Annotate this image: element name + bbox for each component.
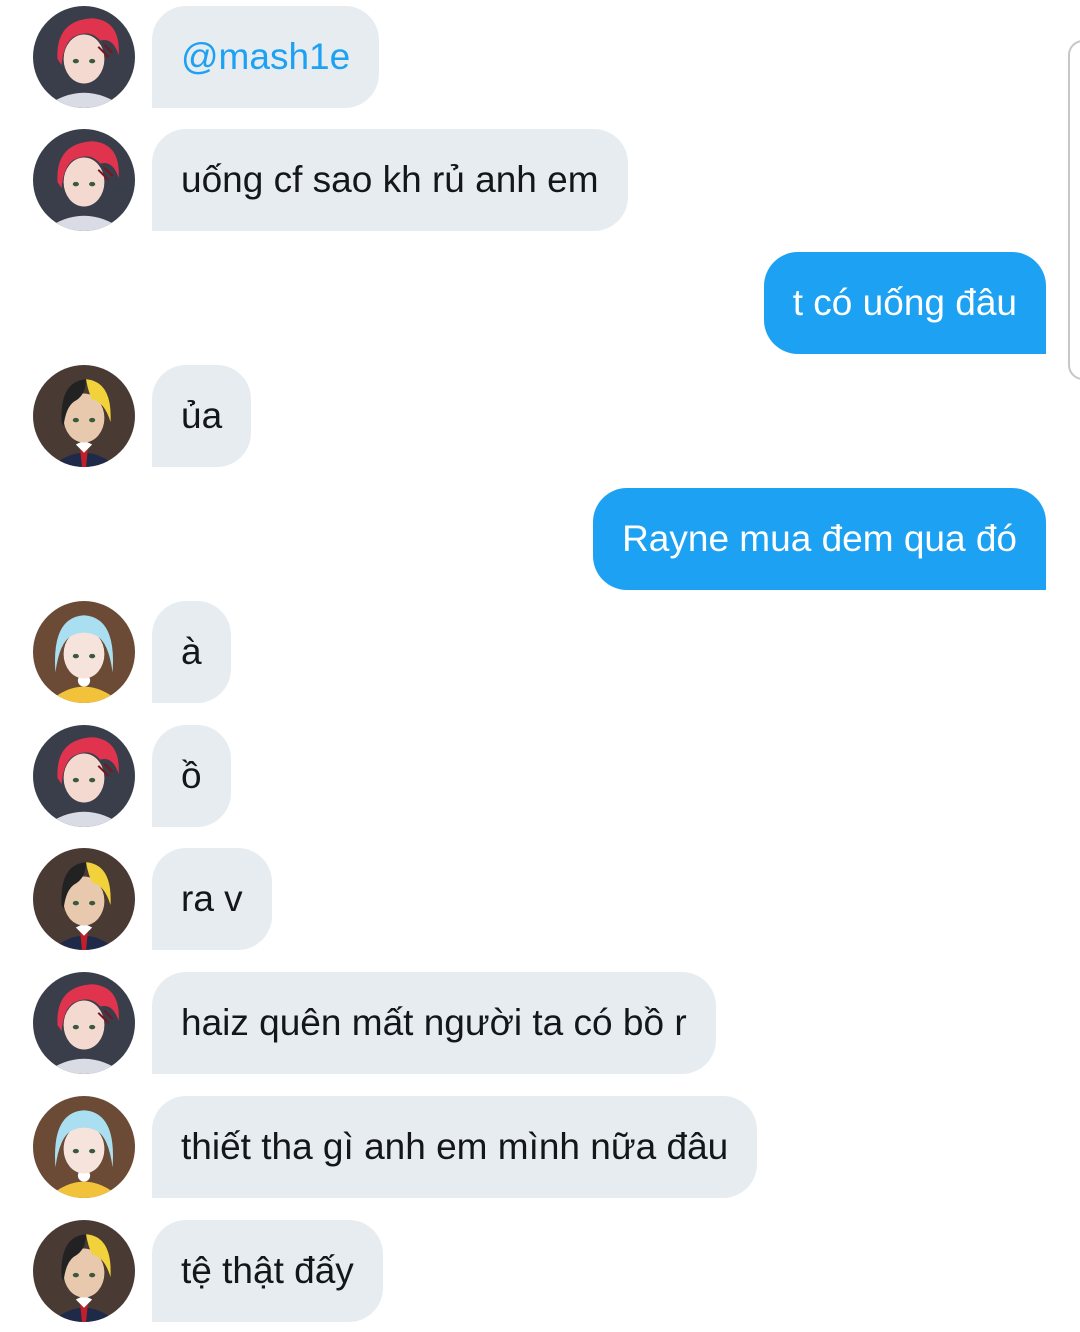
message-text: uống cf sao kh rủ anh em: [181, 159, 599, 200]
red-haired-avatar-icon[interactable]: [33, 725, 135, 827]
scroll-indicator[interactable]: [1068, 40, 1080, 380]
message-row: t có uống đâu: [0, 252, 1080, 354]
message-text: ra v: [181, 878, 243, 919]
message-row: ủa: [0, 365, 1080, 467]
message-row: uống cf sao kh rủ anh em: [0, 129, 1080, 231]
red-haired-avatar-icon[interactable]: [33, 6, 135, 108]
dark-haired-avatar-icon[interactable]: [33, 365, 135, 467]
outgoing-message-bubble[interactable]: Rayne mua đem qua đó: [593, 488, 1046, 590]
message-row: haiz quên mất người ta có bồ r: [0, 972, 1080, 1074]
message-row: ồ: [0, 725, 1080, 827]
incoming-message-bubble[interactable]: haiz quên mất người ta có bồ r: [152, 972, 716, 1074]
message-text: Rayne mua đem qua đó: [622, 518, 1017, 559]
incoming-message-bubble[interactable]: ra v: [152, 848, 272, 950]
message-text: haiz quên mất người ta có bồ r: [181, 1002, 687, 1043]
blue-haired-avatar-icon[interactable]: [33, 601, 135, 703]
message-row: ra v: [0, 848, 1080, 950]
incoming-message-bubble[interactable]: thiết tha gì anh em mình nữa đâu: [152, 1096, 758, 1198]
message-text: ủa: [181, 395, 223, 436]
incoming-message-bubble[interactable]: tệ thật đấy: [152, 1220, 383, 1322]
message-text: tệ thật đấy: [181, 1250, 354, 1291]
red-haired-avatar-icon[interactable]: [33, 129, 135, 231]
dark-haired-avatar-icon[interactable]: [33, 848, 135, 950]
incoming-message-bubble[interactable]: uống cf sao kh rủ anh em: [152, 129, 628, 231]
message-row: tệ thật đấy: [0, 1220, 1080, 1322]
message-text: ồ: [181, 755, 202, 796]
message-text: à: [181, 631, 202, 672]
red-haired-avatar-icon[interactable]: [33, 972, 135, 1074]
message-row: à: [0, 601, 1080, 703]
mention-link[interactable]: @mash1e: [181, 36, 350, 78]
message-text: t có uống đâu: [792, 282, 1017, 323]
incoming-message-bubble[interactable]: ồ: [152, 725, 231, 827]
message-row: Rayne mua đem qua đó: [0, 488, 1080, 590]
blue-haired-avatar-icon[interactable]: [33, 1096, 135, 1198]
message-row: @mash1e: [0, 6, 1080, 108]
dark-haired-avatar-icon[interactable]: [33, 1220, 135, 1322]
incoming-message-bubble[interactable]: @mash1e: [152, 6, 380, 108]
incoming-message-bubble[interactable]: à: [152, 601, 231, 703]
incoming-message-bubble[interactable]: ủa: [152, 365, 252, 467]
outgoing-message-bubble[interactable]: t có uống đâu: [763, 252, 1046, 354]
message-text: thiết tha gì anh em mình nữa đâu: [181, 1126, 729, 1167]
message-row: thiết tha gì anh em mình nữa đâu: [0, 1096, 1080, 1198]
